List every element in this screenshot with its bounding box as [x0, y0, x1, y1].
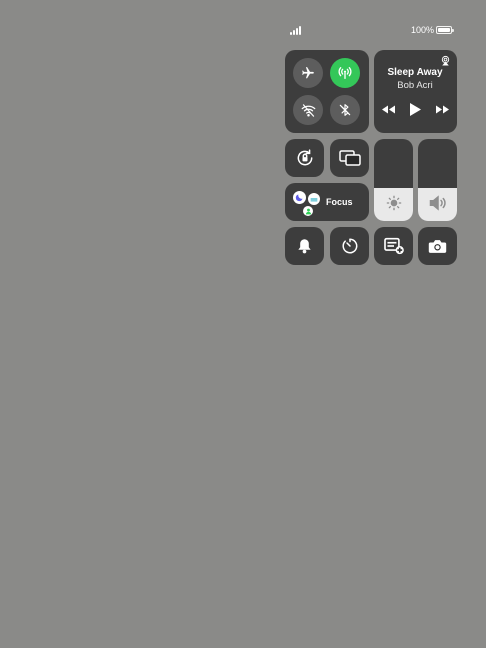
bell-icon [298, 239, 311, 254]
quick-note-button[interactable] [374, 227, 413, 265]
camera-button[interactable] [418, 227, 457, 265]
focus-button[interactable]: Focus [285, 183, 369, 221]
wifi-off-icon [301, 103, 315, 117]
screen-mirroring-button[interactable] [330, 139, 369, 177]
camera-icon [428, 239, 447, 253]
cellular-antenna-icon [338, 67, 352, 79]
status-bar: 100% [0, 22, 486, 38]
bed-icon [308, 193, 320, 205]
airplane-icon [302, 67, 314, 79]
person-icon [303, 206, 313, 216]
timer-icon [341, 238, 357, 254]
rotation-lock-icon [297, 149, 312, 166]
fast-forward-icon[interactable] [436, 105, 450, 114]
brightness-slider[interactable] [374, 139, 413, 221]
rotation-lock-button[interactable] [285, 139, 324, 177]
wifi-toggle[interactable] [293, 95, 323, 125]
focus-label: Focus [326, 197, 353, 207]
song-artist: Bob Acri [397, 80, 433, 91]
cellular-signal-icon [290, 26, 304, 35]
sun-icon [386, 195, 401, 211]
bluetooth-off-icon [339, 104, 351, 116]
bluetooth-toggle[interactable] [330, 95, 360, 125]
connectivity-panel [285, 50, 369, 133]
bell-button[interactable] [285, 227, 324, 265]
battery-icon [436, 26, 454, 34]
airplay-icon[interactable] [440, 55, 451, 66]
volume-slider[interactable] [418, 139, 457, 221]
song-title: Sleep Away [387, 67, 443, 78]
cellular-data-toggle[interactable] [330, 58, 360, 88]
moon-icon [293, 191, 306, 204]
speaker-icon [429, 195, 446, 211]
screen-mirroring-icon [338, 150, 361, 166]
timer-button[interactable] [330, 227, 369, 265]
play-icon[interactable] [410, 103, 421, 116]
battery-percent: 100% [411, 25, 435, 35]
rewind-icon[interactable] [381, 105, 395, 114]
airplane-mode-toggle[interactable] [293, 58, 323, 88]
quick-note-icon [383, 237, 404, 255]
now-playing-panel: Sleep Away Bob Acri [374, 50, 457, 133]
